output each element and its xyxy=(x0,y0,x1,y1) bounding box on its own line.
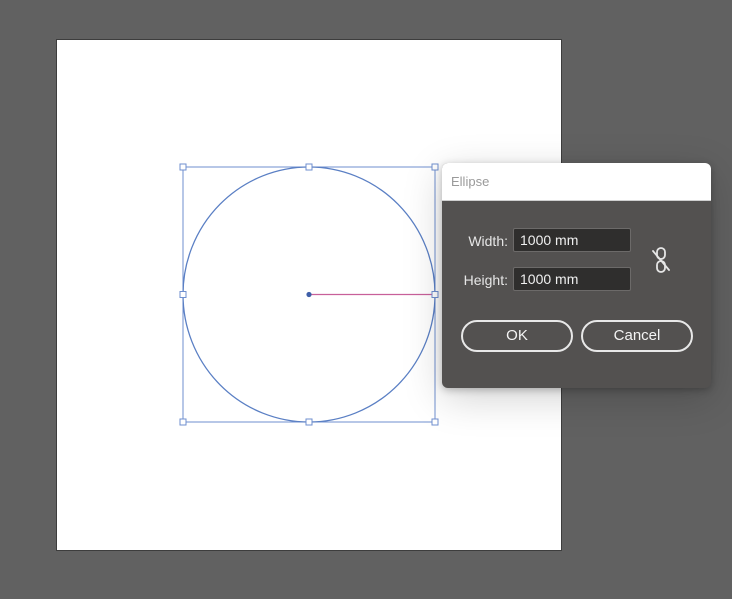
ellipse-dialog: Ellipse Width: Height: OK Cancel xyxy=(442,163,711,388)
height-label: Height: xyxy=(463,272,508,288)
dialog-title: Ellipse xyxy=(451,174,490,189)
width-label: Width: xyxy=(468,233,508,249)
cancel-button[interactable]: Cancel xyxy=(581,320,693,352)
ok-button[interactable]: OK xyxy=(461,320,573,352)
dialog-titlebar[interactable]: Ellipse xyxy=(442,163,711,201)
unlink-icon[interactable] xyxy=(648,245,674,275)
width-input[interactable] xyxy=(513,228,631,252)
height-input[interactable] xyxy=(513,267,631,291)
